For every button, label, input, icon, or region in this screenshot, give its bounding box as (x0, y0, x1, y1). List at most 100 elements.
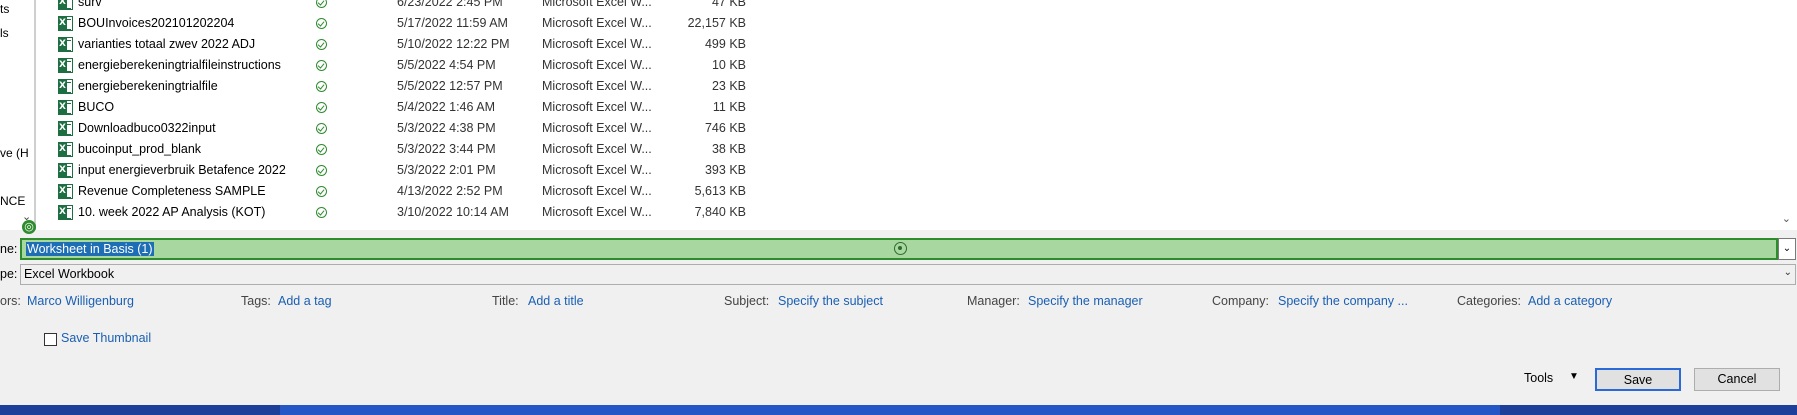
file-type: Microsoft Excel W... (542, 163, 652, 177)
company-label: Company: (1212, 294, 1269, 308)
filename-input[interactable]: Worksheet in Basis (1) (20, 238, 1778, 260)
tools-button[interactable]: Tools (1524, 371, 1553, 385)
file-date: 5/5/2022 4:54 PM (397, 58, 496, 72)
save-thumbnail-label[interactable]: Save Thumbnail (61, 331, 151, 345)
file-name: varianties totaal zwev 2022 ADJ (78, 37, 256, 51)
sync-status-icon (316, 39, 327, 50)
file-date: 3/10/2022 10:14 AM (397, 205, 509, 219)
file-name: Revenue Completeness SAMPLE (78, 184, 266, 198)
authors-field[interactable]: Marco Willigenburg (27, 294, 134, 308)
categories-field[interactable]: Add a category (1528, 294, 1612, 308)
navigation-pane: ts ls ve (H NCE ⌄ (0, 0, 35, 230)
file-row[interactable]: input energieverbruik Betafence 2022 5/3/… (56, 161, 746, 182)
file-type: Microsoft Excel W... (542, 79, 652, 93)
file-size: 23 KB (711, 79, 746, 93)
file-date: 5/5/2022 12:57 PM (397, 79, 503, 93)
file-row[interactable]: BOUInvoices202101202204 5/17/2022 11:59 A… (56, 14, 746, 35)
file-row[interactable]: BUCO 5/4/2022 1:46 AM Microsoft Excel W...… (56, 98, 746, 119)
sync-status-icon (316, 123, 327, 134)
save-button[interactable]: Save (1595, 368, 1681, 391)
excel-file-icon (58, 163, 73, 178)
taskbar-active-segment (280, 405, 1500, 415)
manager-field[interactable]: Specify the manager (1028, 294, 1143, 308)
categories-label: Categories: (1457, 294, 1521, 308)
nav-scrollbar[interactable] (34, 0, 36, 230)
file-name: Downloadbuco0322input (78, 121, 216, 135)
file-name: surv (78, 0, 102, 9)
file-row[interactable]: surv 6/23/2022 2:45 PM Microsoft Excel W..… (56, 0, 746, 14)
file-name: energieberekeningtrialfileinstructions (78, 58, 281, 72)
nav-item[interactable]: NCE (0, 194, 25, 208)
file-size: 393 KB (704, 163, 746, 177)
sync-status-icon (316, 60, 327, 71)
excel-file-icon (58, 121, 73, 136)
file-size: 38 KB (711, 142, 746, 156)
save-type-select[interactable]: Excel Workbook ⌄ (20, 264, 1796, 285)
file-date: 5/4/2022 1:46 AM (397, 100, 495, 114)
excel-file-icon (58, 184, 73, 199)
nav-item[interactable]: ts (0, 2, 9, 16)
assistive-target-icon: ◎ (22, 220, 36, 234)
file-type: Microsoft Excel W... (542, 205, 652, 219)
sync-status-icon (316, 18, 327, 29)
sync-status-icon (316, 186, 327, 197)
excel-file-icon (58, 0, 73, 10)
file-date: 5/3/2022 4:38 PM (397, 121, 496, 135)
file-row[interactable]: energieberekeningtrialfileinstructions 5/… (56, 56, 746, 77)
tags-label: Tags: (241, 294, 271, 308)
tags-field[interactable]: Add a tag (278, 294, 332, 308)
file-size: 7,840 KB (694, 205, 746, 219)
scroll-down-icon[interactable]: ⌄ (1782, 212, 1791, 225)
title-label: Title: (492, 294, 519, 308)
file-name: bucoinput_prod_blank (78, 142, 202, 156)
subject-field[interactable]: Specify the subject (778, 294, 883, 308)
file-size: 499 KB (704, 37, 746, 51)
file-name: BUCO (78, 100, 115, 114)
file-list-pane: ts ls ve (H NCE ⌄ surv 6/23/2022 2:45 PM M… (0, 0, 1797, 230)
sync-status-icon (316, 0, 327, 8)
authors-label: ors: (0, 294, 21, 308)
file-date: 5/3/2022 3:44 PM (397, 142, 496, 156)
file-name: input energieverbruik Betafence 2022 (78, 163, 286, 177)
file-name: 10. week 2022 AP Analysis (KOT) (78, 205, 266, 219)
file-date: 5/10/2022 12:22 PM (397, 37, 510, 51)
nav-item[interactable]: ls (0, 26, 9, 40)
file-row[interactable]: varianties totaal zwev 2022 ADJ 5/10/2022… (56, 35, 746, 56)
file-row[interactable]: energieberekeningtrialfile 5/5/2022 12:57… (56, 77, 746, 98)
file-type: Microsoft Excel W... (542, 37, 652, 51)
save-type-label: pe: (0, 267, 18, 281)
manager-label: Manager: (967, 294, 1020, 308)
sync-status-icon (316, 102, 327, 113)
sync-status-icon (316, 81, 327, 92)
file-date: 5/17/2022 11:59 AM (397, 16, 508, 30)
file-row[interactable]: bucoinput_prod_blank 5/3/2022 3:44 PM Micr… (56, 140, 746, 161)
file-row[interactable]: 10. week 2022 AP Analysis (KOT) 3/10/2022… (56, 203, 746, 224)
save-type-value: Excel Workbook (24, 267, 115, 281)
save-thumbnail-checkbox[interactable] (44, 333, 57, 346)
file-type: Microsoft Excel W... (542, 100, 652, 114)
file-size: 47 KB (711, 0, 746, 9)
company-field[interactable]: Specify the company ... (1278, 294, 1408, 308)
filename-dropdown-chevron-icon[interactable]: ⌄ (1778, 238, 1796, 260)
file-date: 5/3/2022 2:01 PM (397, 163, 496, 177)
file-type: Microsoft Excel W... (542, 0, 652, 9)
file-type: Microsoft Excel W... (542, 121, 652, 135)
tools-dropdown-icon[interactable]: ▼ (1569, 371, 1579, 382)
file-size: 746 KB (704, 121, 746, 135)
file-row[interactable]: Revenue Completeness SAMPLE 4/13/2022 2:5… (56, 182, 746, 203)
cancel-button[interactable]: Cancel (1694, 368, 1780, 391)
file-type: Microsoft Excel W... (542, 142, 652, 156)
file-type: Microsoft Excel W... (542, 16, 652, 30)
excel-file-icon (58, 37, 73, 52)
file-name: BOUInvoices202101202204 (78, 16, 235, 30)
taskbar (0, 405, 1797, 415)
sync-status-icon (316, 144, 327, 155)
file-row[interactable]: Downloadbuco0322input 5/3/2022 4:38 PM Mic… (56, 119, 746, 140)
excel-file-icon (58, 16, 73, 31)
nav-item[interactable]: ve (H (0, 146, 29, 160)
title-field[interactable]: Add a title (528, 294, 584, 308)
file-type: Microsoft Excel W... (542, 58, 652, 72)
file-size: 22,157 KB (687, 16, 746, 30)
file-size: 11 KB (712, 100, 746, 114)
file-size: 5,613 KB (694, 184, 746, 198)
